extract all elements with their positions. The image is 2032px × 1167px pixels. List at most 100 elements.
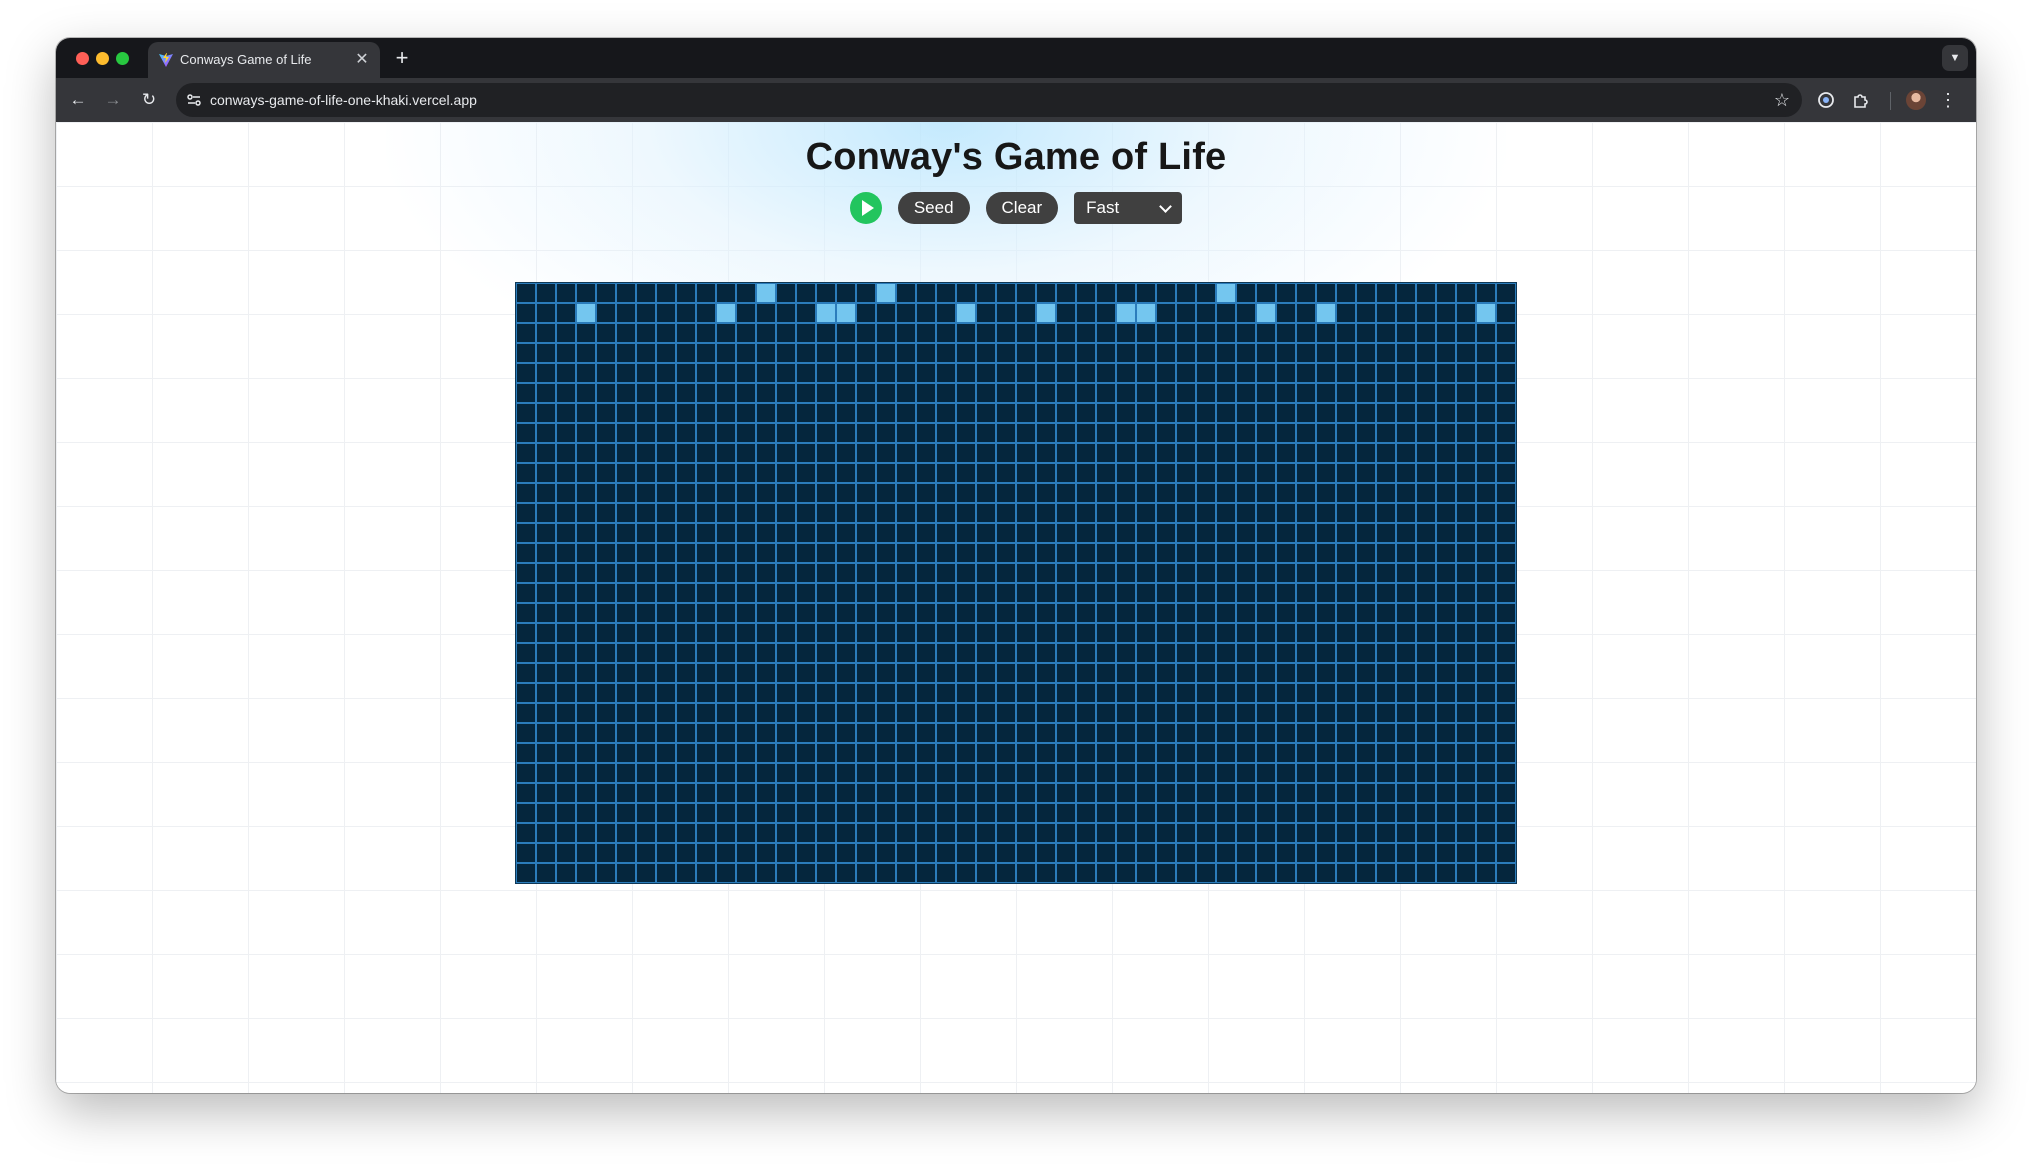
grid-cell[interactable] (1236, 463, 1256, 483)
grid-cell[interactable] (1216, 543, 1236, 563)
site-settings-icon[interactable] (184, 90, 204, 110)
grid-cell[interactable] (976, 843, 996, 863)
grid-cell[interactable] (716, 383, 736, 403)
grid-cell[interactable] (1296, 443, 1316, 463)
grid-cell[interactable] (796, 823, 816, 843)
grid-cell[interactable] (1356, 443, 1376, 463)
grid-cell[interactable] (1096, 283, 1116, 303)
grid-cell[interactable] (736, 743, 756, 763)
grid-cell[interactable] (816, 763, 836, 783)
forward-arrow-icon[interactable]: → (101, 88, 125, 112)
grid-cell[interactable] (1476, 343, 1496, 363)
grid-cell[interactable] (1476, 323, 1496, 343)
grid-cell[interactable] (1476, 643, 1496, 663)
grid-cell[interactable] (1396, 483, 1416, 503)
grid-cell[interactable] (656, 803, 676, 823)
grid-cell[interactable] (1316, 843, 1336, 863)
grid-cell[interactable] (1296, 723, 1316, 743)
grid-cell[interactable] (1356, 483, 1376, 503)
grid-cell[interactable] (936, 763, 956, 783)
grid-cell[interactable] (696, 383, 716, 403)
grid-cell[interactable] (1336, 823, 1356, 843)
grid-cell[interactable] (776, 603, 796, 623)
grid-cell[interactable] (1236, 623, 1256, 643)
grid-cell[interactable] (676, 703, 696, 723)
grid-cell[interactable] (816, 563, 836, 583)
grid-cell[interactable] (1336, 563, 1356, 583)
grid-cell[interactable] (536, 543, 556, 563)
grid-cell[interactable] (1336, 623, 1356, 643)
grid-cell[interactable] (556, 323, 576, 343)
grid-cell[interactable] (816, 283, 836, 303)
extensions-puzzle-icon[interactable] (1850, 88, 1874, 112)
grid-cell[interactable] (1356, 663, 1376, 683)
grid-cell[interactable] (1356, 723, 1376, 743)
grid-cell[interactable] (1096, 803, 1116, 823)
grid-cell[interactable] (1396, 763, 1416, 783)
grid-cell[interactable] (696, 403, 716, 423)
grid-cell[interactable] (1156, 663, 1176, 683)
grid-cell[interactable] (516, 563, 536, 583)
grid-cell[interactable] (1116, 483, 1136, 503)
grid-cell[interactable] (856, 663, 876, 683)
grid-cell[interactable] (1036, 643, 1056, 663)
grid-cell[interactable] (896, 703, 916, 723)
grid-cell[interactable] (796, 363, 816, 383)
grid-cell[interactable] (736, 763, 756, 783)
grid-cell[interactable] (516, 383, 536, 403)
grid-cell[interactable] (1096, 423, 1116, 443)
grid-cell[interactable] (676, 563, 696, 583)
grid-cell[interactable] (1256, 743, 1276, 763)
grid-cell[interactable] (1056, 863, 1076, 883)
grid-cell[interactable] (736, 423, 756, 443)
grid-cell[interactable] (1036, 823, 1056, 843)
grid-cell[interactable] (616, 563, 636, 583)
grid-cell[interactable] (1456, 643, 1476, 663)
grid-cell[interactable] (1376, 663, 1396, 683)
grid-cell[interactable] (1136, 343, 1156, 363)
grid-cell[interactable] (556, 623, 576, 643)
grid-cell[interactable] (1176, 543, 1196, 563)
grid-cell[interactable] (1196, 823, 1216, 843)
grid-cell[interactable] (1316, 783, 1336, 803)
extension-shield-icon[interactable] (1814, 88, 1838, 112)
grid-cell[interactable] (976, 643, 996, 663)
grid-cell[interactable] (1236, 683, 1256, 703)
grid-cell[interactable] (1356, 703, 1376, 723)
grid-cell[interactable] (936, 483, 956, 503)
grid-cell[interactable] (556, 583, 576, 603)
grid-cell[interactable] (1476, 463, 1496, 483)
grid-cell[interactable] (1256, 643, 1276, 663)
grid-cell[interactable] (1036, 443, 1056, 463)
grid-cell[interactable] (1416, 383, 1436, 403)
grid-cell[interactable] (856, 763, 876, 783)
grid-cell[interactable] (1036, 703, 1056, 723)
grid-cell[interactable] (1476, 623, 1496, 643)
grid-cell[interactable] (1416, 403, 1436, 423)
grid-cell[interactable] (1096, 663, 1116, 683)
grid-cell[interactable] (816, 723, 836, 743)
grid-cell[interactable] (1496, 363, 1516, 383)
grid-cell[interactable] (516, 723, 536, 743)
grid-cell[interactable] (1016, 643, 1036, 663)
grid-cell[interactable] (996, 763, 1016, 783)
grid-cell[interactable] (656, 583, 676, 603)
grid-cell[interactable] (756, 823, 776, 843)
grid-cell[interactable] (516, 603, 536, 623)
grid-cell[interactable] (1456, 623, 1476, 643)
grid-cell[interactable] (656, 523, 676, 543)
grid-cell[interactable] (1496, 583, 1516, 603)
grid-cell[interactable] (1076, 663, 1096, 683)
grid-cell[interactable] (556, 463, 576, 483)
grid-cell[interactable] (1176, 843, 1196, 863)
grid-cell[interactable] (756, 483, 776, 503)
grid-cell[interactable] (676, 803, 696, 823)
grid-cell[interactable] (1136, 623, 1156, 643)
more-menu-icon[interactable]: ⋮ (1938, 88, 1958, 112)
grid-cell[interactable] (836, 703, 856, 723)
grid-cell[interactable] (1476, 483, 1496, 503)
grid-cell[interactable] (736, 583, 756, 603)
grid-cell[interactable] (576, 523, 596, 543)
grid-cell[interactable] (696, 563, 716, 583)
grid-cell[interactable] (1396, 523, 1416, 543)
